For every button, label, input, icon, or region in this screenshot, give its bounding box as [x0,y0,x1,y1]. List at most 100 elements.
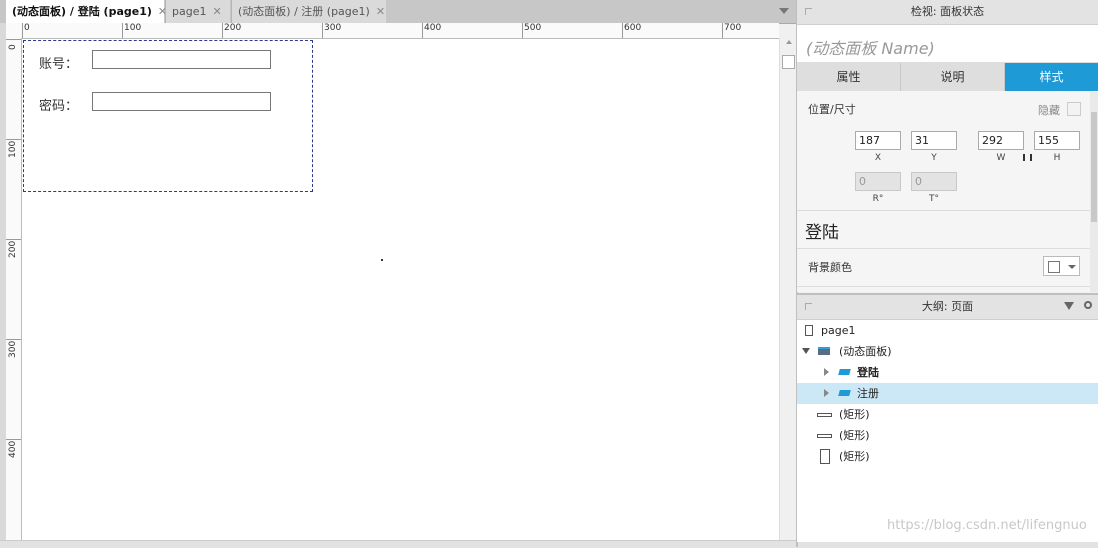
ruler-tick [122,23,123,38]
tab-style[interactable]: 样式 [1005,63,1098,91]
scrollbar-thumb[interactable] [782,55,795,69]
horizontal-ruler: 0 100 200 300 400 500 600 700 [6,23,779,39]
ruler-label: 0 [8,44,18,50]
tab-page1[interactable]: page1 ✕ [165,0,230,23]
tree-item-page1[interactable]: page1 [797,320,1098,341]
x-field[interactable]: 187 [855,131,901,150]
hide-checkbox[interactable] [1067,102,1081,116]
filter-icon[interactable] [1064,302,1074,310]
rotation-caption: R° [872,194,884,204]
chevron-down-icon [1068,265,1076,269]
widget-name-input[interactable]: (动态面板 Name) [797,25,1098,63]
panel-state-icon [838,369,851,375]
background-color-picker[interactable] [1043,256,1080,276]
tree-item-register-state[interactable]: 注册 [797,383,1098,404]
inspector-scrollbar[interactable] [1090,92,1098,292]
outline-header: 大纲: 页面 [797,295,1098,320]
canvas-vertical-scrollbar[interactable] [779,38,797,540]
canvas-dot [381,259,383,261]
dynamic-panel-icon [818,347,830,355]
position-size-label: 位置/尺寸 [808,103,856,116]
chevron-down-icon[interactable] [779,8,789,14]
password-input[interactable] [92,92,271,111]
expand-arrow-icon[interactable] [824,368,829,376]
inspector-header: 检视: 面板状态 [797,0,1098,25]
x-caption: X [874,153,882,163]
ruler-label: 0 [24,23,30,33]
rectangle-icon [817,413,832,417]
color-swatch [1048,261,1060,273]
hide-label: 隐藏 [1038,104,1060,117]
scroll-up-arrow-icon[interactable] [786,40,792,44]
tree-item-label: (矩形) [839,450,870,463]
dynamic-panel-bounds[interactable]: 账号： 密码： [23,40,313,192]
outline-pane: 大纲: 页面 page1 (动态面板) 登陆 注册 (矩形) (矩形) (矩形) [797,293,1098,542]
w-caption: W [996,153,1006,163]
ruler-tick [722,23,723,38]
ruler-tick [22,23,23,38]
tab-notes[interactable]: 说明 [901,63,1005,91]
close-icon[interactable]: ✕ [376,5,385,18]
expand-arrow-icon[interactable] [824,389,829,397]
expand-arrow-icon[interactable] [802,348,810,354]
password-label: 密码： [39,99,79,114]
tab-register-state[interactable]: (动态面板) / 注册 (page1) ✕ [231,0,386,23]
tree-item-label: 登陆 [857,366,879,379]
tree-item-rectangle[interactable]: (矩形) [797,425,1098,446]
ruler-label: 300 [324,23,342,33]
tab-login-state[interactable]: (动态面板) / 登陆 (page1) ✕ [6,0,167,23]
inspector-tabs: 属性 说明 样式 [797,63,1098,91]
account-label: 账号： [39,57,79,72]
y-field[interactable]: 31 [911,131,957,150]
vertical-ruler: 0 100 200 300 400 [6,38,22,540]
watermark: https://blog.csdn.net/lifengnuo [887,518,1087,533]
ruler-label: 600 [624,23,642,33]
tab-properties[interactable]: 属性 [797,63,901,91]
inspector-title: 检视: 面板状态 [910,5,985,18]
tree-item-rectangle[interactable]: (矩形) [797,446,1098,467]
design-canvas[interactable]: 账号： 密码： [22,39,779,540]
tree-item-rectangle[interactable]: (矩形) [797,404,1098,425]
tree-item-label: (矩形) [839,408,870,421]
ruler-label: 300 [8,340,18,358]
inspector-pane: 检视: 面板状态 (动态面板 Name) 属性 说明 样式 位置/尺寸 隐藏 1… [797,0,1098,292]
w-field[interactable]: 292 [978,131,1024,150]
divider [797,248,1090,249]
tab-label: (动态面板) / 注册 (page1) [238,5,370,18]
ruler-tick [522,23,523,38]
ruler-label: 700 [724,23,742,33]
widget-name-placeholder: (动态面板 Name) [806,39,935,58]
ruler-label: 200 [8,240,18,258]
search-icon[interactable] [1084,301,1092,309]
y-caption: Y [931,153,937,163]
ruler-label: 400 [424,23,442,33]
ruler-label: 500 [524,23,542,33]
account-input[interactable] [92,50,271,69]
close-icon[interactable]: ✕ [212,5,221,18]
tree-item-login-state[interactable]: 登陆 [797,362,1098,383]
tab-label: page1 [172,5,207,18]
tree-item-dynamic-panel[interactable]: (动态面板) [797,341,1098,362]
outline-title: 大纲: 页面 [921,300,974,313]
h-caption: H [1053,153,1061,163]
text-rotation-caption: T° [929,194,939,204]
rotation-field: 0 [855,172,901,191]
ruler-tick [322,23,323,38]
ruler-tick [6,39,21,40]
text-rotation-field: 0 [911,172,957,191]
tab-label: (动态面板) / 登陆 (page1) [12,5,152,18]
h-field[interactable]: 155 [1034,131,1080,150]
scrollbar-thumb[interactable] [1091,112,1097,222]
rectangle-icon [817,434,832,438]
panel-state-name: 登陆 [805,223,839,243]
rectangle-icon [820,449,830,464]
ruler-label: 200 [224,23,242,33]
tree-item-label: (动态面板) [839,345,892,358]
lock-aspect-icon[interactable] [1023,154,1032,161]
ruler-tick [422,23,423,38]
ruler-label: 100 [124,23,142,33]
tree-item-label: (矩形) [839,429,870,442]
background-color-label: 背景颜色 [808,261,852,274]
tree-item-label: 注册 [857,387,879,400]
ruler-tick [222,23,223,38]
